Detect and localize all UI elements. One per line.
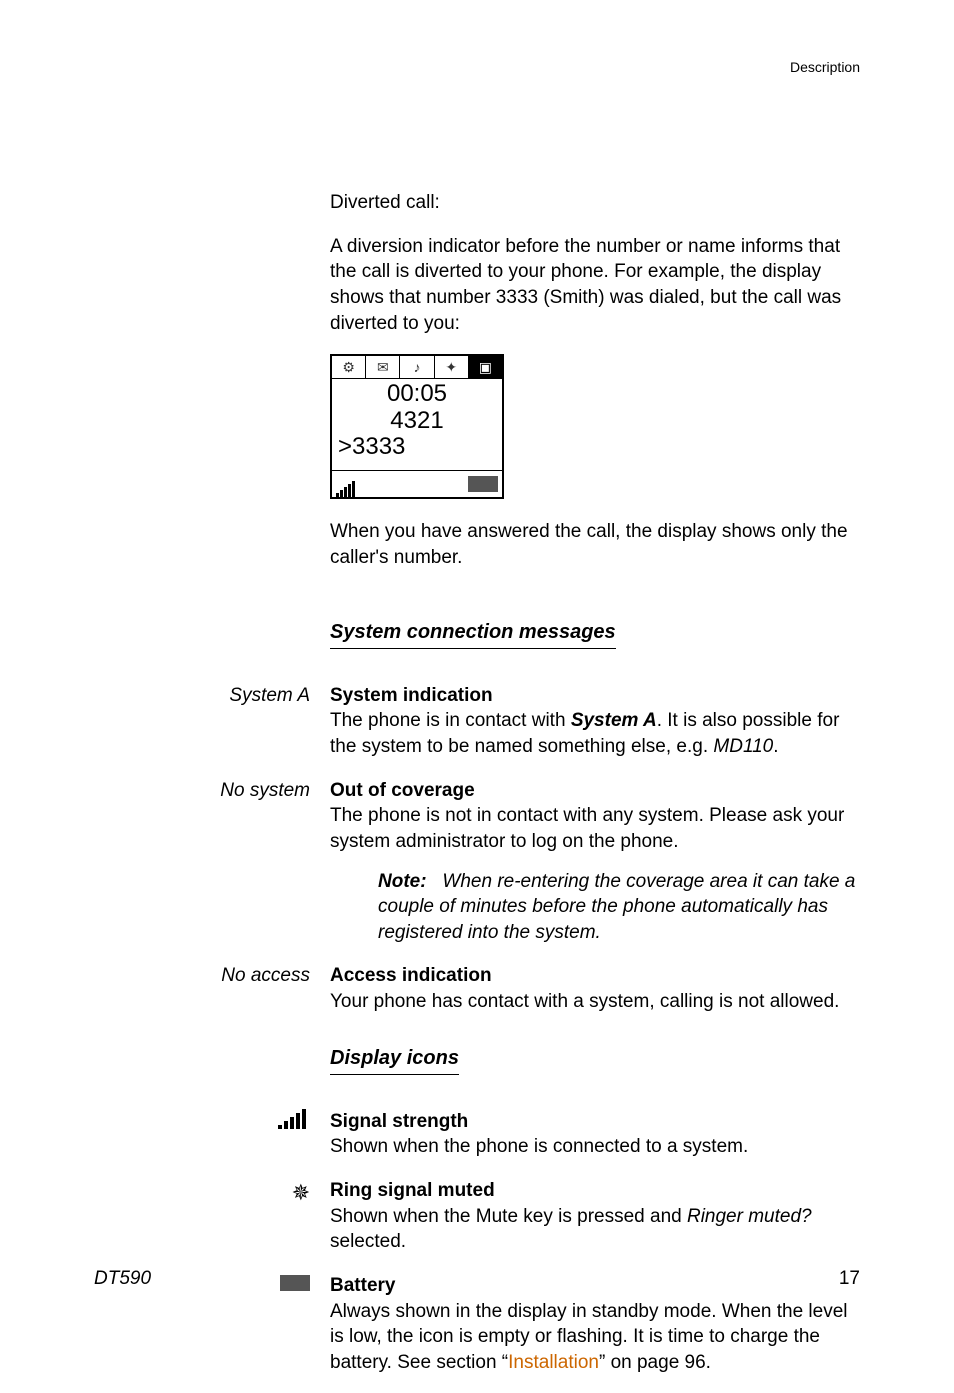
display-caller-number: 4321	[338, 408, 496, 434]
icon-item-title: Signal strength	[330, 1109, 860, 1135]
scm-item-no-access: No access Access indication Your phone h…	[94, 963, 860, 1014]
scm-heading-block: System connection messages	[94, 619, 860, 665]
icon-item-body: Shown when the Mute key is pressed and R…	[330, 1204, 860, 1255]
installation-link[interactable]: Installation	[508, 1352, 599, 1373]
phone-display-mock: ⚙ ✉ ♪ ✦ ▣ 00:05 4321 >3333	[330, 354, 504, 499]
icon-cell: ✵	[94, 1178, 330, 1208]
signal-strength-icon	[336, 472, 356, 498]
icon-item-body: Shown when the phone is connected to a s…	[330, 1134, 860, 1160]
icon-item-body: Always shown in the display in standby m…	[330, 1299, 860, 1376]
emphasis: System A	[571, 710, 657, 731]
icons-heading-block: Display icons	[94, 1045, 860, 1091]
text: Shown when the Mute key is pressed and	[330, 1206, 687, 1227]
scm-item-system-a: System A System indication The phone is …	[94, 683, 860, 760]
mute-icon: ✵	[292, 1180, 310, 1205]
scm-left-label: No system	[94, 778, 330, 804]
running-header: Description	[790, 58, 860, 77]
content-area: Diverted call: A diversion indicator bef…	[94, 190, 860, 1393]
signal-strength-icon	[278, 1109, 310, 1129]
scm-item-body: The phone is not in contact with any sys…	[330, 803, 860, 854]
spacer	[432, 871, 437, 892]
footer-page-number: 17	[839, 1266, 860, 1292]
display-diverted-number: >3333	[338, 434, 496, 460]
text: The phone is in contact with	[330, 710, 571, 731]
emphasis: MD110	[713, 736, 773, 757]
scm-left-label: System A	[94, 683, 330, 709]
icon-item-title: Ring signal muted	[330, 1178, 860, 1204]
note-body: When re-entering the coverage area it ca…	[378, 871, 855, 943]
scm-item-title: Out of coverage	[330, 778, 860, 804]
display-body: 00:05 4321 >3333	[332, 379, 502, 471]
icon-item-mute: ✵ Ring signal muted Shown when the Mute …	[94, 1178, 860, 1255]
status-icon-cell: ♪	[400, 356, 434, 378]
text: selected.	[330, 1231, 406, 1252]
battery-icon	[468, 476, 498, 492]
scm-item-title: Access indication	[330, 963, 860, 989]
icon-cell	[94, 1109, 330, 1137]
text: ” on page 96.	[599, 1352, 711, 1373]
diverted-paragraph-1: A diversion indicator before the number …	[330, 234, 860, 337]
diverted-heading: Diverted call:	[330, 190, 860, 216]
emphasis: Ringer muted?	[687, 1206, 812, 1227]
display-time: 00:05	[338, 381, 496, 407]
page: Description Diverted call: A diversion i…	[0, 0, 954, 1352]
status-icon-cell: ⚙	[332, 356, 366, 378]
note-label: Note:	[378, 871, 427, 892]
diverted-call-block: Diverted call: A diversion indicator bef…	[94, 190, 860, 589]
scm-note: Note: When re-entering the coverage area…	[378, 869, 860, 946]
scm-item-body: The phone is in contact with System A. I…	[330, 708, 860, 759]
status-icon-cell: ✉	[366, 356, 400, 378]
scm-item-no-system: No system Out of coverage The phone is n…	[94, 778, 860, 946]
scm-item-body: Your phone has contact with a system, ca…	[330, 989, 860, 1015]
page-footer: DT590 17	[94, 1266, 860, 1292]
scm-item-title: System indication	[330, 683, 860, 709]
text: .	[773, 736, 778, 757]
status-icon-cell: ▣	[469, 356, 502, 378]
diverted-paragraph-2: When you have answered the call, the dis…	[330, 519, 860, 570]
icon-item-signal: Signal strength Shown when the phone is …	[94, 1109, 860, 1160]
display-bottom-row	[332, 471, 502, 497]
status-icon-cell: ✦	[435, 356, 469, 378]
section-heading-icons: Display icons	[330, 1045, 459, 1075]
display-status-row: ⚙ ✉ ♪ ✦ ▣	[332, 356, 502, 379]
footer-model: DT590	[94, 1266, 151, 1292]
section-heading-scm: System connection messages	[330, 619, 616, 649]
scm-left-label: No access	[94, 963, 330, 989]
